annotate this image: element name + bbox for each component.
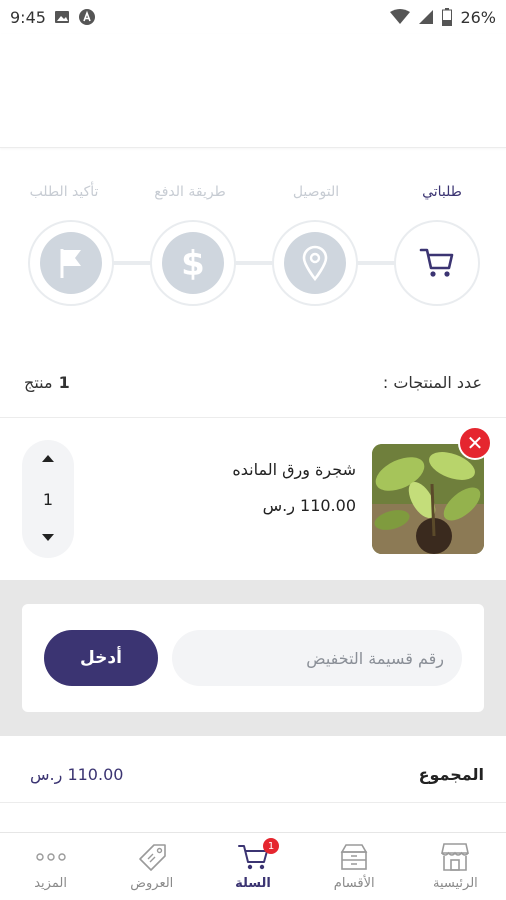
quantity-stepper: 1 bbox=[22, 440, 74, 558]
step-label-confirm: تأكيد الطلب bbox=[29, 184, 99, 200]
step-label-orders: طلباتي bbox=[422, 184, 462, 200]
store-icon bbox=[439, 842, 471, 872]
coupon-section: أدخل bbox=[0, 580, 506, 736]
total-label: المجموع bbox=[418, 764, 484, 784]
product-count-value: 1منتج bbox=[24, 373, 70, 392]
step-confirm[interactable] bbox=[28, 220, 114, 306]
nav-item-cart[interactable]: 1 السلة bbox=[202, 833, 303, 900]
nav-label-cart: السلة bbox=[235, 876, 271, 891]
signal-icon bbox=[418, 9, 434, 25]
step-delivery[interactable] bbox=[272, 220, 358, 306]
product-count-label: عدد المنتجات : bbox=[382, 372, 482, 392]
status-bar: 9:45 26% bbox=[0, 0, 506, 34]
remove-item-button[interactable]: ✕ bbox=[458, 426, 492, 460]
total-row: المجموع 110.00 ر.س bbox=[0, 752, 506, 796]
step-label-payment: طريقة الدفع bbox=[154, 184, 226, 200]
product-name: شجرة ورق المانده bbox=[232, 460, 356, 479]
bottom-nav: الرئيسية الأقسام 1 السلة العروض المزيد bbox=[0, 832, 506, 900]
more-dots-icon bbox=[34, 842, 68, 872]
step-payment[interactable]: $ bbox=[150, 220, 236, 306]
categories-box-icon bbox=[338, 842, 370, 872]
nav-label-home: الرئيسية bbox=[433, 876, 478, 891]
notification-a-icon bbox=[78, 8, 96, 26]
quantity-increase-button[interactable] bbox=[41, 452, 55, 466]
quantity-decrease-button[interactable] bbox=[41, 532, 55, 546]
nav-label-categories: الأقسام bbox=[333, 876, 375, 891]
product-image[interactable] bbox=[372, 444, 484, 554]
battery-icon bbox=[442, 8, 453, 26]
nav-item-more[interactable]: المزيد bbox=[0, 833, 101, 900]
location-pin-icon bbox=[284, 232, 346, 294]
cart-badge: 1 bbox=[263, 838, 279, 854]
status-left: 9:45 bbox=[10, 8, 96, 27]
product-price: 110.00 ر.س bbox=[262, 496, 356, 515]
svg-text:$: $ bbox=[181, 244, 205, 283]
tag-icon bbox=[136, 842, 168, 872]
caret-down-icon bbox=[42, 534, 54, 541]
flag-icon bbox=[40, 232, 102, 294]
cart-item: ✕ شجرة ورق المانده 110.00 ر.س 1 bbox=[0, 420, 506, 578]
step-label-delivery: التوصيل bbox=[292, 184, 340, 200]
divider bbox=[0, 802, 506, 803]
nav-item-home[interactable]: الرئيسية bbox=[405, 833, 506, 900]
coupon-card: أدخل bbox=[22, 604, 484, 712]
app-header bbox=[0, 34, 506, 148]
product-count-unit: منتج bbox=[24, 372, 53, 392]
checkout-stepper: طلباتي التوصيل طريقة الدفع تأكيد الطلب $ bbox=[0, 180, 506, 310]
nav-item-offers[interactable]: العروض bbox=[101, 833, 202, 900]
status-time: 9:45 bbox=[10, 7, 46, 27]
divider bbox=[0, 417, 506, 418]
coupon-input[interactable] bbox=[172, 630, 462, 686]
wifi-icon bbox=[390, 9, 411, 25]
nav-label-more: المزيد bbox=[34, 876, 67, 891]
dollar-icon: $ bbox=[162, 232, 224, 294]
nav-label-offers: العروض bbox=[130, 876, 174, 891]
step-orders[interactable] bbox=[394, 220, 480, 306]
product-count-number: 1 bbox=[58, 372, 70, 392]
quantity-value: 1 bbox=[42, 489, 54, 509]
cart-icon: 1 bbox=[237, 838, 279, 872]
nav-item-categories[interactable]: الأقسام bbox=[304, 833, 405, 900]
status-right: 26% bbox=[390, 8, 496, 27]
total-value: 110.00 ر.س bbox=[30, 764, 124, 784]
cart-icon bbox=[406, 232, 468, 294]
battery-percent: 26% bbox=[460, 7, 496, 27]
caret-up-icon bbox=[42, 455, 54, 462]
image-icon bbox=[54, 9, 70, 25]
cart-screen: 9:45 26% طلباتي التوصيل طريقة الدفع تأكي… bbox=[0, 0, 506, 900]
coupon-submit-button[interactable]: أدخل bbox=[44, 630, 158, 686]
product-count-row: عدد المنتجات : 1منتج bbox=[0, 360, 506, 404]
close-icon: ✕ bbox=[466, 431, 484, 455]
